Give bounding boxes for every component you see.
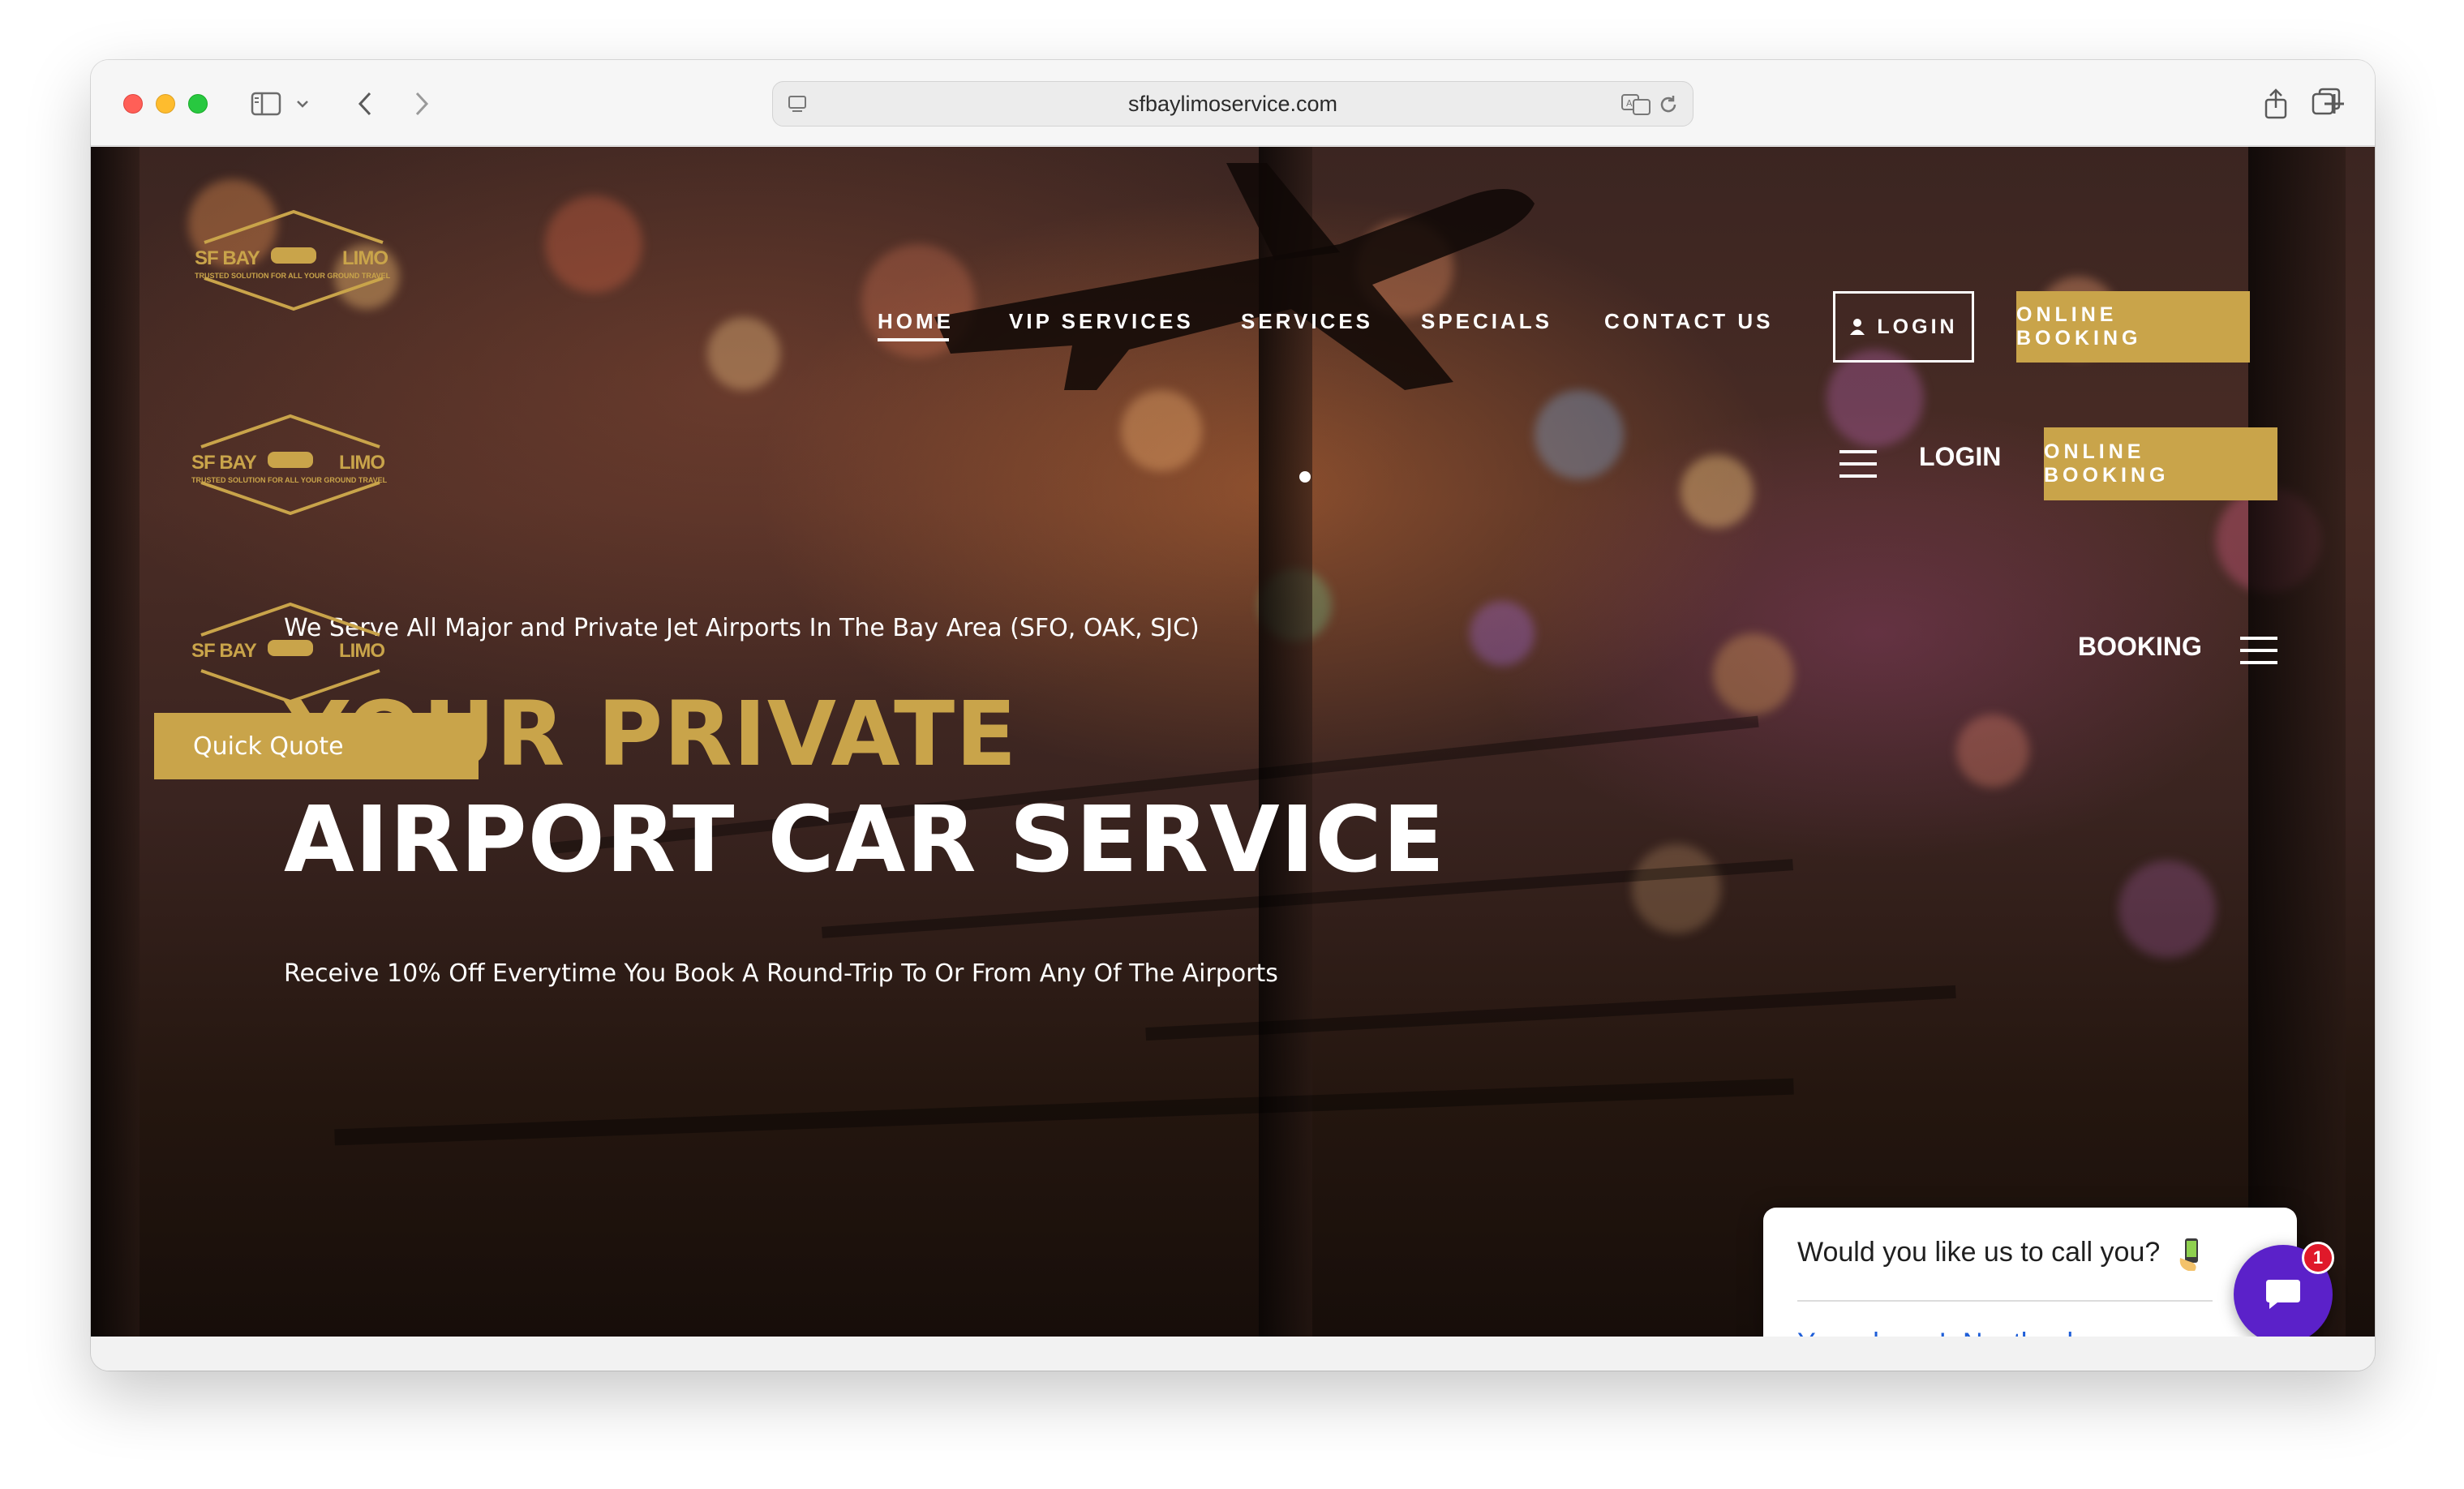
logo-brand-right: LIMO: [342, 247, 388, 269]
back-icon[interactable]: [346, 84, 384, 123]
url-text: sfbaylimoservice.com: [1127, 91, 1338, 116]
bokeh-light: [1713, 633, 1794, 714]
hamburger-icon[interactable]: [1839, 450, 1877, 478]
airplane-silhouette: [934, 163, 1535, 390]
user-icon: [1850, 319, 1865, 335]
bokeh-light: [1956, 714, 2029, 787]
callback-no-link[interactable]: No, thanks.: [1963, 1328, 2102, 1337]
hamburger-icon[interactable]: [2240, 637, 2277, 664]
site-logo[interactable]: SF BAY LIMO TRUSTED SOLUTION FOR ALL YOU…: [188, 204, 399, 317]
quick-quote-button[interactable]: Quick Quote: [154, 713, 479, 779]
online-booking-button[interactable]: ONLINE BOOKING: [2016, 291, 2250, 363]
window-pillar: [2248, 147, 2346, 1337]
forward-icon[interactable]: [402, 84, 441, 123]
minimize-window-button[interactable]: [156, 94, 175, 114]
logo-tagline: TRUSTED SOLUTION FOR ALL YOUR GROUND TRA…: [191, 476, 388, 484]
browser-toolbar: sfbaylimoservice.com A: [91, 60, 2375, 146]
phone-icon: [2179, 1238, 2198, 1271]
zoom-window-button[interactable]: [188, 94, 208, 114]
window-pillar: [91, 147, 140, 1337]
callback-question: Would you like us to call you?: [1797, 1237, 2161, 1268]
nav-home[interactable]: HOME: [878, 309, 954, 334]
chat-unread-badge: 1: [2302, 1242, 2334, 1274]
site-logo-duplicate[interactable]: SF BAY LIMO TRUSTED SOLUTION FOR ALL YOU…: [185, 408, 396, 521]
slider-indicator-dot[interactable]: [1299, 471, 1311, 483]
logo-brand-left: SF BAY: [195, 247, 260, 269]
logo-brand-right: LIMO: [339, 452, 385, 474]
logo-brand-left: SF BAY: [191, 640, 257, 662]
hero-title-line2: AIRPORT CAR SERVICE: [284, 787, 1446, 893]
nav-vip-services[interactable]: VIP SERVICES: [1009, 309, 1194, 334]
bokeh-light: [707, 317, 780, 390]
online-booking-button-secondary[interactable]: ONLINE BOOKING: [2044, 427, 2277, 500]
browser-window: sfbaylimoservice.com A SF BAY LIMO TRUST…: [91, 60, 2375, 1371]
bench-shadow: [334, 1078, 1794, 1146]
hero-description: Receive 10% Off Everytime You Book A Rou…: [284, 959, 1278, 988]
hero-subtitle: We Serve All Major and Private Jet Airpo…: [284, 614, 1200, 642]
bokeh-light: [2118, 860, 2216, 958]
login-button[interactable]: LOGIN: [1833, 291, 1974, 363]
callback-yes-link[interactable]: Yes, please!: [1797, 1328, 1947, 1337]
logo-tagline: TRUSTED SOLUTION FOR ALL YOUR GROUND TRA…: [195, 272, 391, 280]
chevron-down-icon[interactable]: [290, 84, 315, 123]
bokeh-light: [545, 195, 642, 293]
page-bottom-strip: [91, 1337, 2375, 1371]
bokeh-light: [1632, 844, 1721, 933]
login-link[interactable]: LOGIN: [1919, 442, 2001, 472]
logo-brand-right: LIMO: [339, 640, 385, 662]
callback-popup: Would you like us to call you? Yes, plea…: [1763, 1208, 2297, 1337]
nav-specials[interactable]: SPECIALS: [1421, 309, 1552, 334]
bokeh-light: [1681, 455, 1754, 528]
address-bar[interactable]: sfbaylimoservice.com A: [772, 81, 1693, 127]
sidebar-icon[interactable]: [247, 84, 285, 123]
login-button-label: LOGIN: [1877, 315, 1958, 338]
reload-icon[interactable]: [1649, 85, 1688, 124]
callback-divider: [1797, 1300, 2213, 1302]
share-icon[interactable]: [2256, 84, 2295, 123]
close-window-button[interactable]: [123, 94, 143, 114]
svg-text:A: A: [1626, 98, 1633, 109]
chat-icon: [2266, 1280, 2300, 1309]
nav-contact-us[interactable]: CONTACT US: [1604, 309, 1774, 334]
nav-services[interactable]: SERVICES: [1241, 309, 1373, 334]
nav-active-underline: [878, 338, 949, 341]
logo-brand-left: SF BAY: [191, 452, 257, 474]
bokeh-light: [1827, 350, 1924, 447]
website-viewport: SF BAY LIMO TRUSTED SOLUTION FOR ALL YOU…: [91, 147, 2375, 1337]
tabs-overview-icon[interactable]: [2310, 86, 2346, 122]
booking-link[interactable]: BOOKING: [2078, 632, 2202, 662]
bokeh-light: [1470, 601, 1535, 666]
